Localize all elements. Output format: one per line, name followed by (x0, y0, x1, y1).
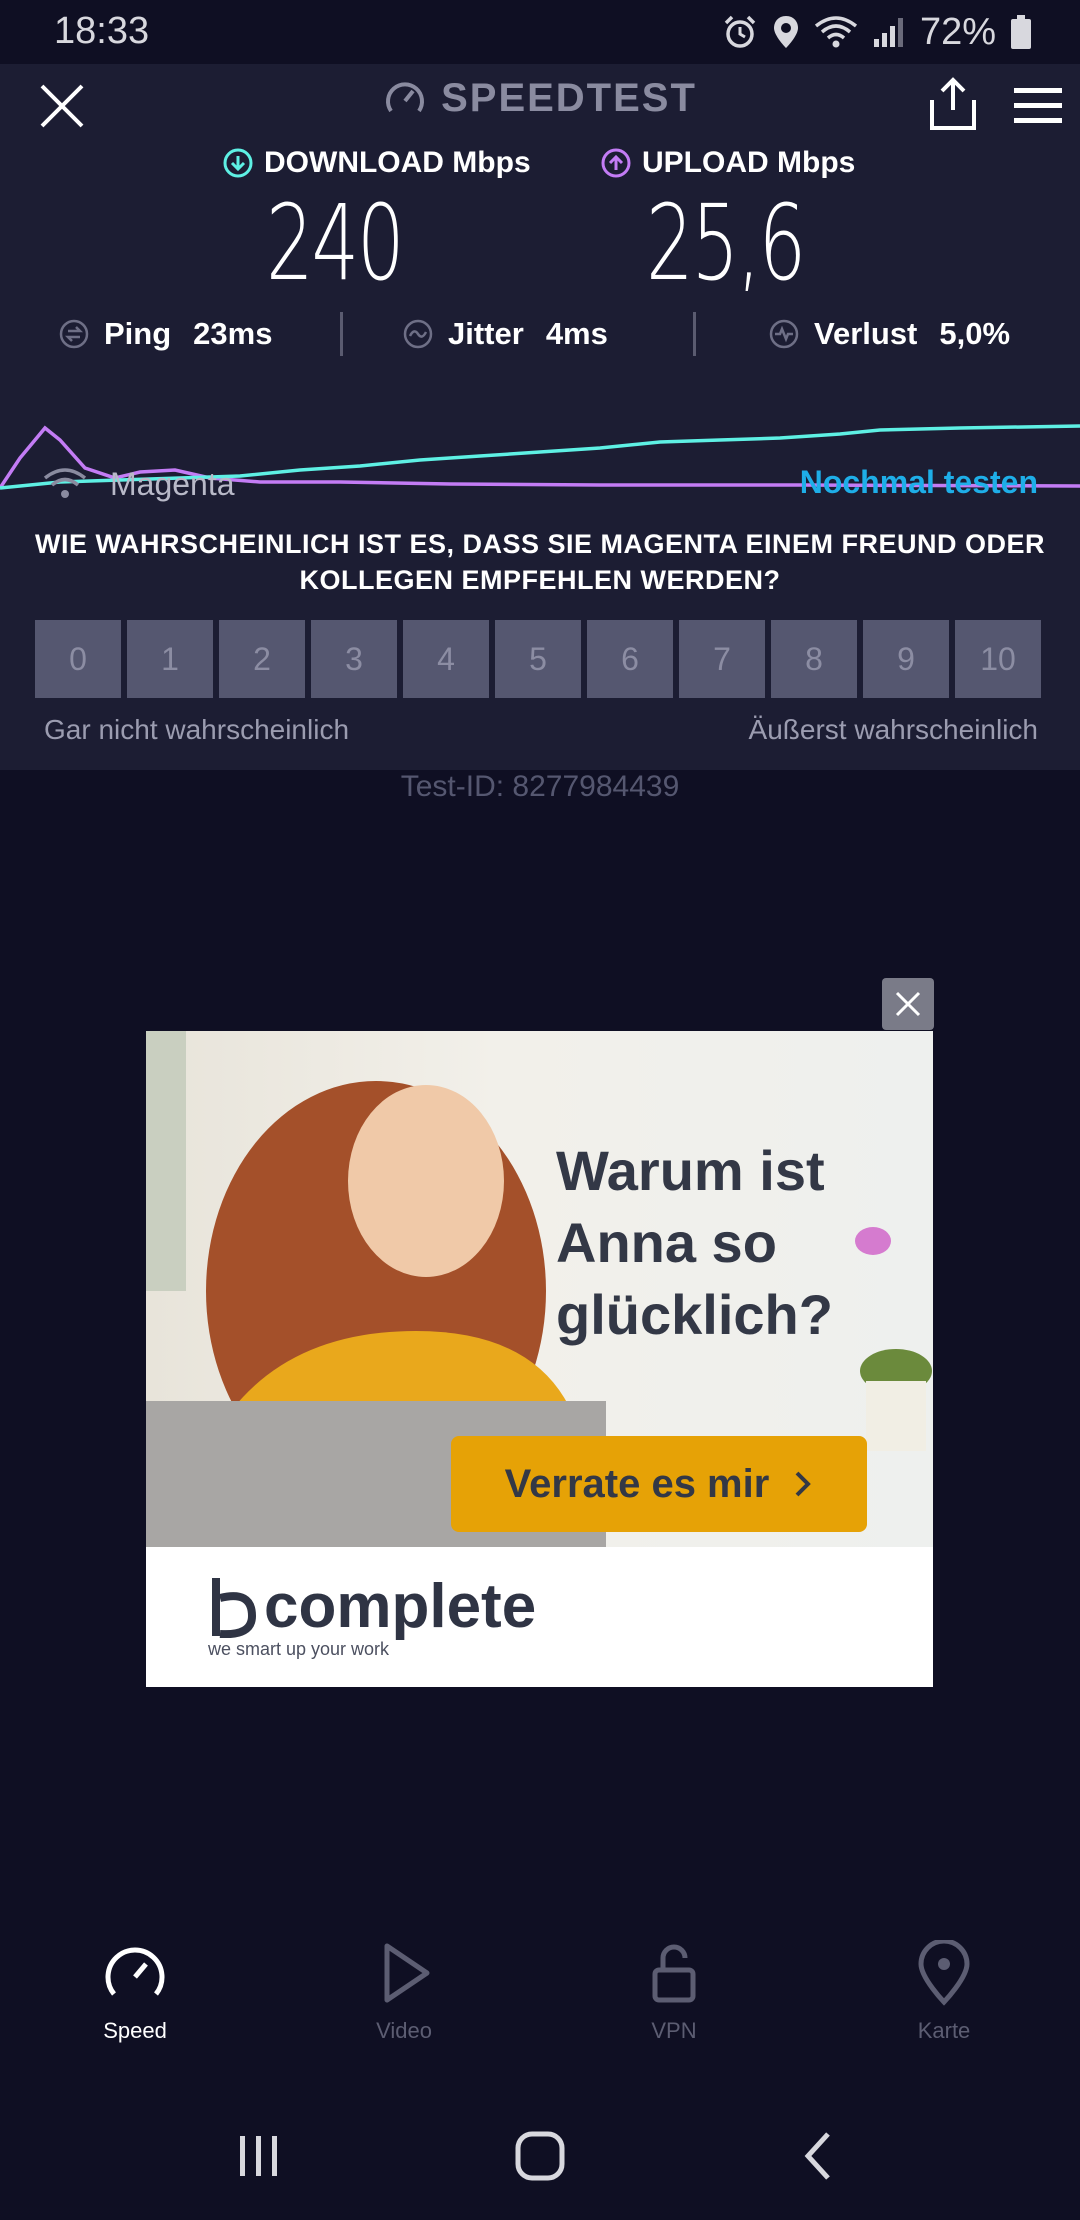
rating-option-10[interactable]: 10 (955, 620, 1041, 698)
location-icon (773, 16, 798, 48)
ad-banner[interactable]: Warum ist Anna so glücklich? Verrate es … (146, 1031, 933, 1687)
ad-close-button[interactable] (882, 978, 934, 1030)
ping-label: Ping (104, 316, 172, 351)
nav-speed-label: Speed (103, 2018, 167, 2043)
chevron-right-icon (795, 1471, 812, 1497)
home-icon[interactable] (514, 2130, 566, 2182)
packet-loss-icon (769, 319, 799, 349)
jitter-value: 4ms (545, 316, 608, 351)
rating-option-4[interactable]: 4 (403, 620, 489, 698)
signal-icon (873, 18, 903, 47)
nav-vpn-label: VPN (651, 2018, 697, 2043)
back-icon[interactable] (800, 2130, 836, 2182)
nav-video[interactable]: Video (324, 1940, 484, 2044)
app-header: SPEEDTEST (0, 76, 1080, 121)
rating-option-9[interactable]: 9 (863, 620, 949, 698)
unlock-icon (652, 1944, 696, 2003)
rating-option-1[interactable]: 1 (127, 620, 213, 698)
upload-icon (601, 148, 631, 178)
rating-option-7[interactable]: 7 (679, 620, 765, 698)
status-icons: 72% (722, 8, 1032, 56)
map-pin-icon (918, 1940, 970, 2006)
close-icon (895, 991, 921, 1017)
loss-value: 5,0% (939, 316, 1011, 351)
rating-scale: 0 1 2 3 4 5 6 7 8 9 10 (35, 620, 1041, 698)
menu-icon[interactable] (1012, 86, 1064, 126)
play-icon (384, 1943, 430, 2003)
battery-icon (1011, 15, 1031, 49)
download-icon (223, 148, 253, 178)
ad-cta-label: Verrate es mir (504, 1461, 770, 1506)
download-header: DOWNLOAD Mbps (222, 146, 531, 180)
app-title: SPEEDTEST (441, 76, 697, 120)
ad-brand: complete (264, 1572, 537, 1641)
network-info: Magenta (42, 454, 235, 514)
network-name: Magenta (110, 465, 235, 502)
download-value: 240 (266, 182, 405, 304)
upload-value: 25,6 (646, 182, 806, 304)
rating-option-6[interactable]: 6 (587, 620, 673, 698)
nav-map-label: Karte (917, 2018, 971, 2043)
upload-header: UPLOAD Mbps (600, 146, 855, 180)
test-id: Test-ID: 8277984439 (400, 770, 680, 803)
speedometer-icon (105, 1947, 165, 1996)
jitter-icon (403, 319, 433, 349)
nav-map[interactable]: Karte (864, 1940, 1024, 2044)
rating-low-label: Gar nicht wahrscheinlich (44, 714, 350, 745)
ping-icon (59, 319, 89, 349)
rating-option-5[interactable]: 5 (495, 620, 581, 698)
nav-video-label: Video (376, 2018, 432, 2043)
alarm-icon (724, 15, 756, 48)
system-nav-bar (0, 2100, 1080, 2220)
rating-option-0[interactable]: 0 (35, 620, 121, 698)
speedometer-icon (386, 81, 425, 112)
ad-cta-button[interactable]: Verrate es mir (451, 1436, 867, 1532)
ping-value: 23ms (193, 316, 273, 351)
retest-button[interactable]: Nochmal testen (800, 464, 1038, 501)
survey-question: WIE WAHRSCHEINLICH IST ES, DASS SIE MAGE… (34, 529, 1046, 595)
bottom-nav: Speed Video VPN Karte (0, 1940, 1080, 2080)
ad-tagline: we smart up your work (208, 1639, 390, 1659)
status-time: 18:33 (54, 10, 150, 52)
battery-percentage: 72% (919, 10, 996, 53)
upload-label: UPLOAD Mbps (642, 146, 856, 179)
jitter-label: Jitter (448, 316, 524, 351)
wifi-icon (814, 16, 858, 48)
ad-headline: Warum ist Anna so glücklich? (556, 1139, 833, 1346)
network-row: Magenta Nochmal testen (0, 454, 1080, 514)
rating-option-8[interactable]: 8 (771, 620, 857, 698)
recent-apps-icon[interactable] (234, 2130, 284, 2180)
status-bar: 18:33 72% (0, 0, 1080, 64)
share-icon[interactable] (928, 76, 978, 132)
ad-image: Warum ist Anna so glücklich? Verrate es … (146, 1031, 933, 1547)
rating-option-2[interactable]: 2 (219, 620, 305, 698)
rating-option-3[interactable]: 3 (311, 620, 397, 698)
rating-high-label: Äußerst wahrscheinlich (748, 714, 1038, 745)
download-label: DOWNLOAD Mbps (264, 146, 531, 179)
divider (340, 312, 343, 356)
brand-logo-icon (212, 1578, 257, 1638)
divider (693, 312, 696, 356)
nav-vpn[interactable]: VPN (594, 1940, 754, 2044)
result-panel: SPEEDTEST DOWNLOAD Mbps UPLOAD Mbps 2 40 … (0, 64, 1080, 770)
loss-label: Verlust (814, 316, 918, 351)
ad-logo: complete (208, 1576, 536, 1638)
rating-scale-labels: Gar nicht wahrscheinlich Äußerst wahrsch… (44, 714, 1038, 746)
nav-speed[interactable]: Speed (55, 1940, 215, 2044)
wifi-icon (43, 468, 87, 498)
